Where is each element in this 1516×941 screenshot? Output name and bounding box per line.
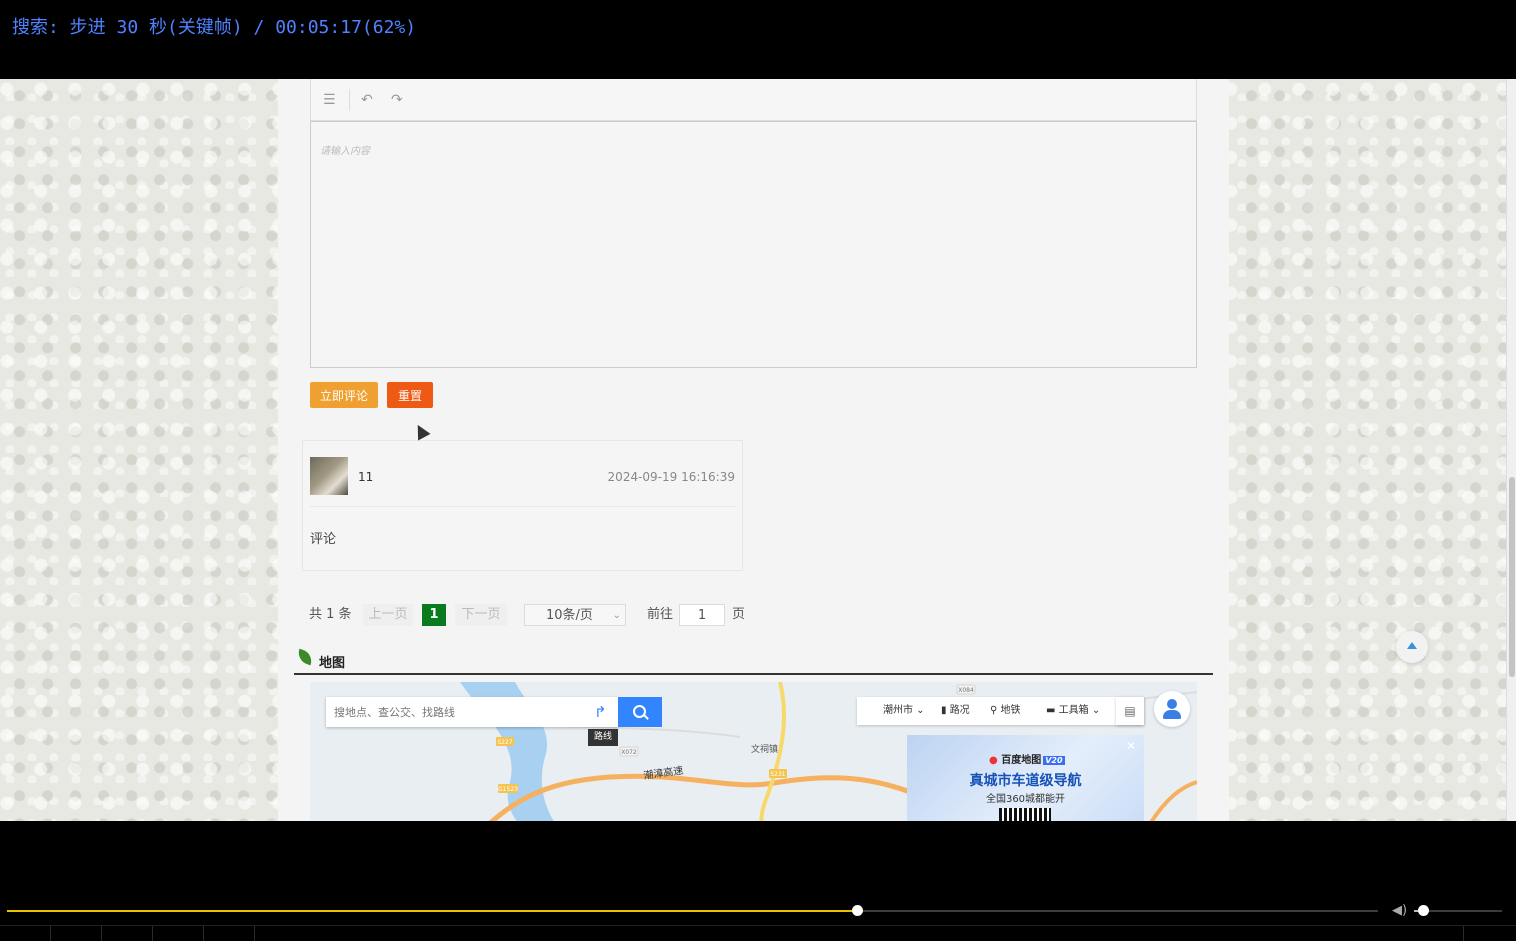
toolbar-divider	[349, 89, 350, 111]
traffic-label: 路况	[949, 705, 970, 716]
road-label-3: S231	[770, 771, 785, 778]
comment-editor[interactable]: 请输入内容	[310, 121, 1197, 368]
route-icon[interactable]: ↱	[594, 703, 607, 721]
map-user-button[interactable]	[1154, 691, 1190, 727]
message-icon[interactable]: ▤	[1116, 697, 1144, 725]
ad-headline: 真城市车道级导航	[969, 773, 1082, 789]
comment-username: 11	[358, 470, 374, 484]
page-number-current[interactable]: 1	[422, 604, 446, 626]
town-label: 文祠镇	[751, 743, 778, 755]
route-tooltip: 路线	[588, 729, 618, 746]
strip-divider	[50, 926, 51, 941]
toolbox-button[interactable]: ▬ 工具箱 ⌄	[1046, 697, 1100, 725]
strip-divider	[1463, 926, 1464, 941]
volume-icon[interactable]: ◀)	[1392, 903, 1407, 918]
map-pin-icon: ●	[989, 755, 998, 766]
user-icon	[1167, 699, 1177, 709]
scrollbar-thumb[interactable]	[1509, 477, 1515, 677]
user-icon-body	[1163, 710, 1181, 719]
editor-placeholder: 请输入内容	[320, 146, 370, 157]
page-unit-label: 页	[732, 607, 746, 622]
page-size-value: 10条/页	[546, 608, 593, 623]
map-ad-banner[interactable]: ● 百度地图 V20 真城市车道级导航 全国360城都能开 ✕	[907, 735, 1144, 821]
ad-subline: 全国360城都能开	[985, 794, 1066, 805]
ad-brand: ● 百度地图 V20	[989, 751, 1065, 766]
ad-version-badge: V20	[1043, 756, 1065, 765]
road-label-4: X084	[958, 687, 974, 694]
progress-handle[interactable]	[852, 905, 864, 916]
prev-page-button[interactable]: 上一页	[363, 604, 413, 626]
map-title: 地图	[319, 656, 346, 671]
page-content: ☰ ↶ ↷ 请输入内容 立即评论 重置 11 2024-09-19 16:16:…	[278, 79, 1229, 821]
baidu-map[interactable]: S227 G1523 X072 S231 X084 潮漳高速 文祠镇 ↱ 路线	[310, 682, 1197, 821]
page-size-select[interactable]: 10条/页 ⌄	[524, 604, 626, 626]
strip-divider	[203, 926, 204, 941]
chevron-down-icon: ⌄	[612, 610, 621, 621]
expressway-line-2	[1149, 780, 1197, 821]
comment-text: 评论	[310, 532, 337, 547]
indent-icon[interactable]: ☰	[323, 93, 336, 107]
strip-divider	[152, 926, 153, 941]
map-search-box: ↱	[326, 697, 618, 727]
comment-divider	[310, 506, 735, 507]
editor-toolbar: ☰ ↶ ↷	[310, 79, 1197, 121]
leaf-icon	[295, 648, 315, 666]
close-icon[interactable]: ✕	[1126, 739, 1136, 753]
city-select[interactable]: 潮州市 ⌄	[883, 697, 925, 725]
toolbox-icon: ▬	[1046, 705, 1059, 716]
player-top-bar: 搜索: 步进 30 秒(关键帧) / 00:05:17(62%)	[0, 0, 1516, 79]
osd-status-text: 搜索: 步进 30 秒(关键帧) / 00:05:17(62%)	[12, 17, 417, 38]
road-label-2: X072	[621, 749, 637, 756]
goto-page-input[interactable]: 1	[679, 604, 725, 626]
ad-brand-name: 百度地图	[1001, 755, 1042, 766]
submit-comment-button[interactable]: 立即评论	[310, 382, 378, 408]
map-search-input[interactable]	[326, 697, 586, 727]
map-section-heading: 地图	[294, 648, 1213, 675]
reset-button[interactable]: 重置	[387, 382, 433, 408]
goto-label: 前往	[647, 607, 674, 622]
chevron-down-icon: ⌄	[913, 705, 925, 716]
page-scrollbar[interactable]	[1506, 79, 1516, 821]
volume-handle[interactable]	[1417, 905, 1429, 916]
strip-divider	[101, 926, 102, 941]
undo-icon[interactable]: ↶	[361, 93, 373, 107]
road-label-5: G1523	[498, 786, 518, 793]
comment-card: 11 2024-09-19 16:16:39 评论	[302, 440, 743, 571]
next-page-button[interactable]: 下一页	[455, 604, 507, 626]
avatar	[310, 457, 348, 495]
arrow-up-icon	[1407, 642, 1417, 649]
redo-icon[interactable]: ↷	[391, 93, 403, 107]
pagination-total: 共 1 条	[309, 607, 352, 622]
map-toolbar: 潮州市 ⌄ ▮ 路况 ⚲ 地铁 ▬ 工具箱 ⌄	[857, 697, 1144, 725]
traffic-icon: ▮	[941, 705, 950, 716]
player-controls: ◀)	[0, 821, 1516, 941]
qr-code-icon	[999, 808, 1051, 821]
chevron-down-icon: ⌄	[1088, 705, 1101, 716]
search-icon-handle	[643, 714, 649, 720]
volume-slider[interactable]	[1414, 905, 1502, 916]
traffic-button[interactable]: ▮ 路况	[941, 697, 970, 725]
subway-label: 地铁	[1000, 705, 1021, 716]
strip-divider	[254, 926, 255, 941]
video-frame: ☰ ↶ ↷ 请输入内容 立即评论 重置 11 2024-09-19 16:16:…	[0, 79, 1516, 821]
subway-icon: ⚲	[990, 705, 1001, 716]
player-button-strip	[0, 925, 1516, 941]
toolbox-label: 工具箱	[1058, 705, 1089, 716]
subway-button[interactable]: ⚲ 地铁	[990, 697, 1021, 725]
progress-bar[interactable]	[7, 905, 1378, 916]
progress-fill	[7, 910, 858, 912]
back-to-top-button[interactable]	[1396, 631, 1428, 663]
comment-timestamp: 2024-09-19 16:16:39	[607, 470, 735, 484]
road-label-1: S227	[497, 739, 512, 746]
city-label: 潮州市	[883, 705, 913, 716]
map-search-button[interactable]	[618, 697, 662, 727]
